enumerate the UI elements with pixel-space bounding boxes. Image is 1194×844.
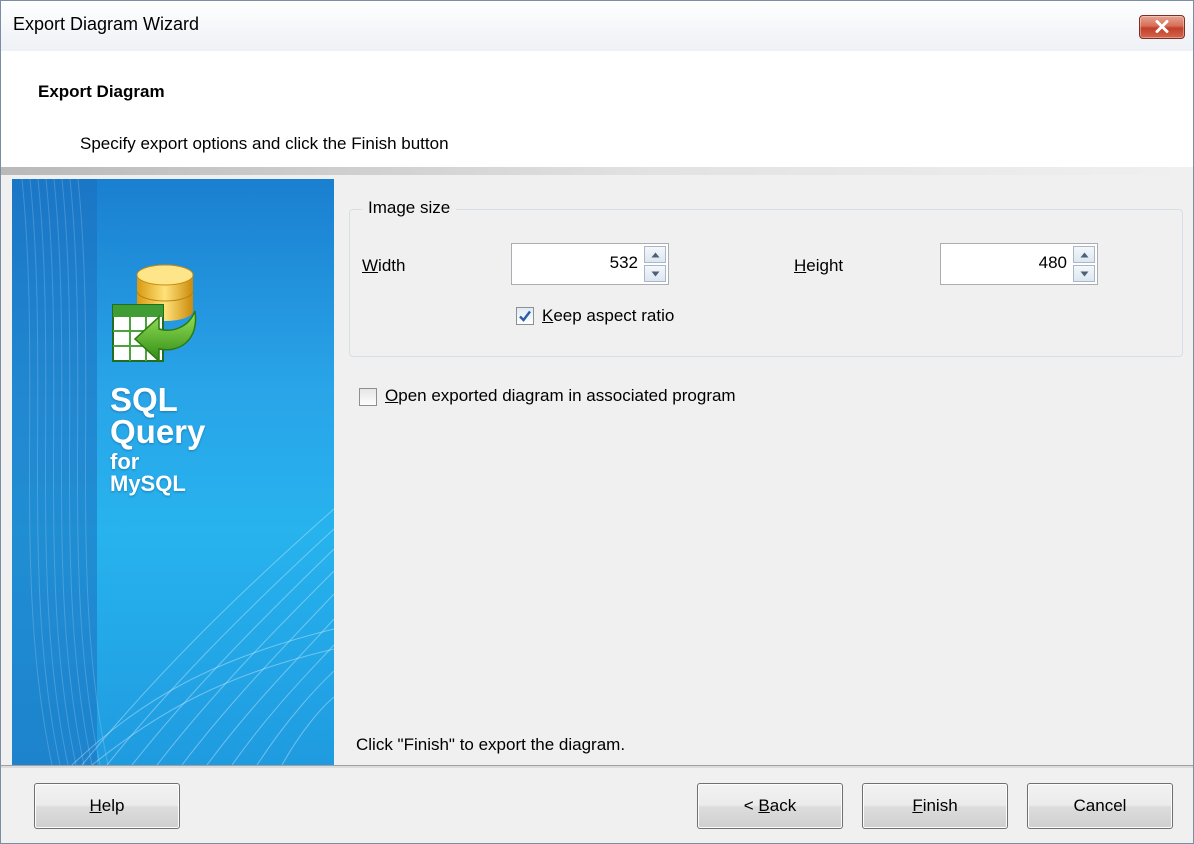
help-label: elp	[101, 796, 125, 815]
cancel-button[interactable]: Cancel	[1027, 783, 1173, 829]
arrow-down-icon	[651, 271, 660, 277]
height-spin-buttons	[1073, 246, 1095, 282]
keep-aspect-ratio-checkbox[interactable]	[516, 307, 534, 325]
title-bar[interactable]: Export Diagram Wizard	[1, 1, 1193, 51]
back-prefix: <	[743, 796, 759, 815]
header-separator	[1, 167, 1193, 175]
arrow-down-icon	[1080, 271, 1089, 277]
keep-aspect-text: eep aspect ratio	[553, 306, 675, 325]
brand-line-4: MySQL	[110, 471, 186, 496]
width-spin-buttons	[644, 246, 666, 282]
height-value[interactable]: 480	[1039, 253, 1067, 273]
width-spinner[interactable]: 532	[511, 243, 669, 285]
close-icon	[1155, 20, 1169, 33]
help-button[interactable]: Help	[34, 783, 180, 829]
wizard-header: Export Diagram Specify export options an…	[1, 51, 1193, 167]
height-decrement-button[interactable]	[1073, 265, 1095, 282]
width-label-text: idth	[378, 256, 406, 275]
height-label-mnemonic: H	[794, 256, 807, 275]
back-label: ack	[769, 796, 797, 815]
product-banner: SQL Query for MySQL	[12, 179, 334, 765]
export-diagram-wizard-window: Export Diagram Wizard Export Diagram Spe…	[0, 0, 1194, 844]
height-spinner[interactable]: 480	[940, 243, 1098, 285]
product-name: SQL Query for MySQL	[110, 381, 206, 496]
image-size-legend: Image size	[362, 198, 457, 218]
close-button[interactable]	[1139, 15, 1185, 39]
brand-line-1: SQL	[110, 381, 178, 418]
width-decrement-button[interactable]	[644, 265, 666, 282]
finish-hint: Click "Finish" to export the diagram.	[356, 735, 626, 754]
open-exported-checkbox[interactable]	[359, 388, 377, 406]
height-label-text: eight	[806, 256, 844, 275]
arrow-up-icon	[651, 252, 660, 258]
finish-label: inish	[922, 796, 958, 815]
width-label-mnemonic: W	[362, 256, 379, 275]
back-mnemonic: B	[758, 796, 770, 815]
window-title: Export Diagram Wizard	[13, 14, 200, 34]
help-mnemonic: H	[89, 796, 102, 815]
brand-line-3: for	[110, 449, 140, 474]
height-increment-button[interactable]	[1073, 246, 1095, 263]
database-export-icon	[112, 264, 197, 363]
brand-line-2: Query	[110, 413, 206, 450]
finish-mnemonic: F	[912, 796, 923, 815]
open-exported-text: pen exported diagram in associated progr…	[398, 386, 736, 405]
page-description: Specify export options and click the Fin…	[80, 134, 449, 153]
arrow-up-icon	[1080, 252, 1089, 258]
open-exported-mnemonic: O	[385, 386, 399, 405]
checkmark-icon	[519, 310, 531, 322]
open-exported-label[interactable]: Open exported diagram in associated prog…	[385, 386, 736, 406]
width-label: Width	[362, 256, 405, 276]
keep-aspect-ratio-label[interactable]: Keep aspect ratio	[542, 306, 674, 326]
height-label: Height	[794, 256, 843, 276]
keep-aspect-mnemonic: K	[542, 306, 554, 325]
width-increment-button[interactable]	[644, 246, 666, 263]
footer-separator	[1, 765, 1193, 768]
width-value[interactable]: 532	[610, 253, 638, 273]
page-title: Export Diagram	[38, 82, 165, 101]
finish-button[interactable]: Finish	[862, 783, 1008, 829]
back-button[interactable]: < Back	[697, 783, 843, 829]
